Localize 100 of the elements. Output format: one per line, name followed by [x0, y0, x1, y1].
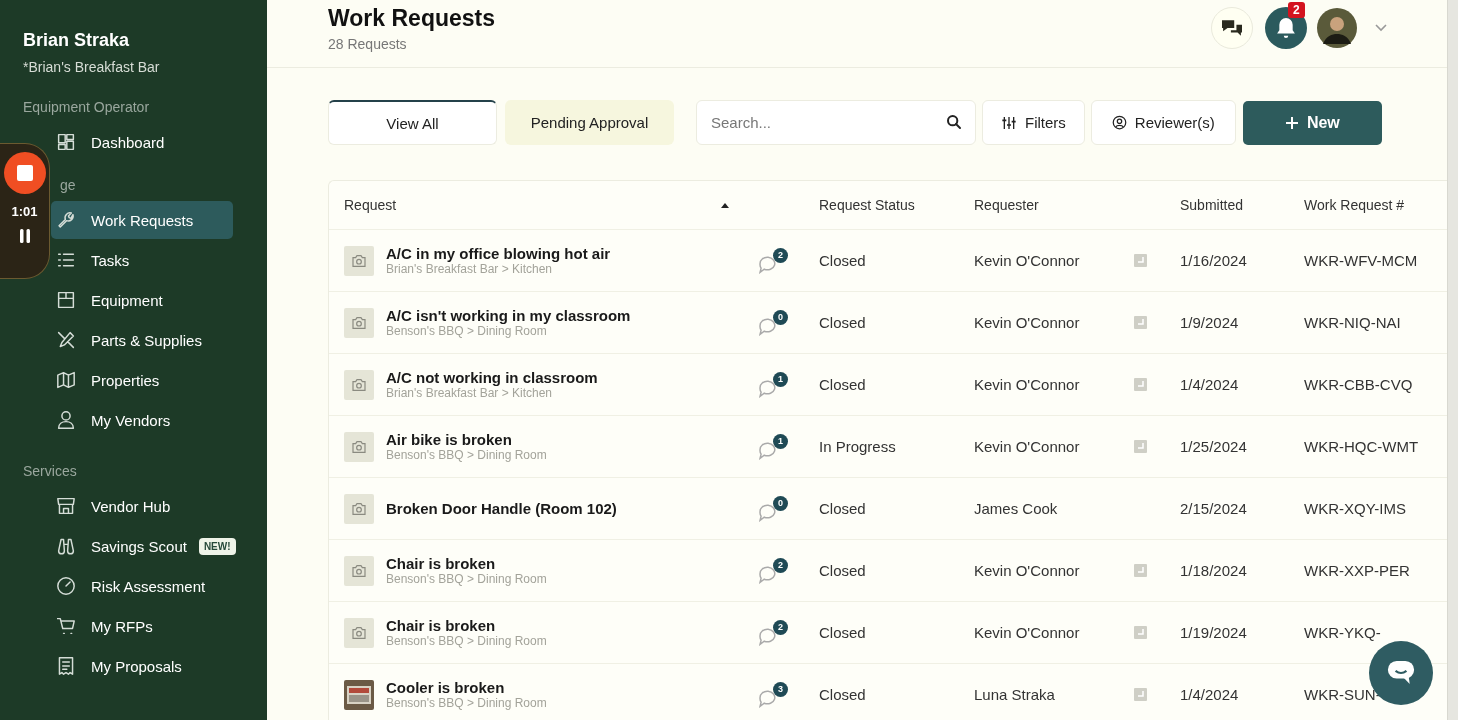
tools-icon [57, 331, 75, 349]
sort-caret-icon[interactable] [721, 202, 729, 208]
tab[interactable]: Pending Approval [505, 100, 674, 145]
pause-icon[interactable] [18, 229, 31, 243]
nav-item[interactable]: Dashboard [51, 123, 233, 161]
page-title: Work Requests [328, 5, 495, 32]
notifications-button[interactable] [1265, 7, 1307, 49]
nav-item[interactable]: Properties [51, 361, 233, 399]
column-header[interactable]: Work Request # [1304, 197, 1405, 213]
status-text: In Progress [819, 438, 896, 455]
column-header[interactable]: Requester [974, 197, 1039, 213]
section-label: Services [23, 463, 77, 479]
request-number: WKR-WFV-MCM [1304, 252, 1418, 269]
camera-icon [344, 431, 374, 462]
status-text: Closed [819, 500, 866, 517]
camera-icon [344, 369, 374, 400]
camera-icon [344, 307, 374, 338]
bell-icon [1277, 18, 1295, 38]
tab[interactable]: View All [328, 100, 497, 145]
receipt-icon [57, 657, 75, 675]
submitted-date: 2/15/2024 [1180, 500, 1247, 517]
comment-icon[interactable] [759, 503, 779, 522]
person-icon [57, 411, 75, 429]
nav-item[interactable]: Equipment [51, 281, 233, 319]
filters-button[interactable]: Filters [982, 100, 1085, 145]
camera-icon [344, 493, 374, 524]
new-button[interactable]: New [1242, 100, 1382, 145]
request-title[interactable]: Chair is broken [386, 617, 547, 634]
nav-item[interactable]: My RFPs [51, 607, 233, 645]
submitted-date: 1/19/2024 [1180, 624, 1247, 641]
status-text: Closed [819, 562, 866, 579]
wrench-icon [57, 211, 75, 229]
camera-icon [344, 245, 374, 276]
submitted-date: 1/18/2024 [1180, 562, 1247, 579]
comment-icon[interactable] [759, 441, 779, 460]
nav-item[interactable]: Risk Assessment [51, 567, 233, 605]
nav-item[interactable]: Work Requests [51, 201, 233, 239]
comment-icon[interactable] [759, 379, 779, 398]
scrollbar[interactable] [1447, 0, 1458, 720]
request-title[interactable]: Cooler is broken [386, 679, 547, 696]
column-header[interactable]: Request [344, 197, 397, 213]
request-number: WKR-SUN- [1304, 686, 1381, 703]
status-text: Closed [819, 314, 866, 331]
nav-item[interactable]: Savings Scout NEW! [51, 527, 233, 565]
request-number: WKR-YKQ- [1304, 624, 1381, 641]
stop-record-button[interactable] [3, 152, 46, 194]
comment-icon[interactable] [759, 255, 779, 274]
request-number: WKR-NIQ-NAI [1304, 314, 1401, 331]
user-name: Brian Straka [23, 30, 131, 51]
sliders-icon [1001, 114, 1017, 131]
status-text: Closed [819, 686, 866, 703]
cart-icon [57, 617, 75, 635]
requester-name: Kevin O'Connor [974, 314, 1080, 331]
search-field[interactable]: Search... [696, 100, 976, 145]
storefront-icon [57, 497, 75, 515]
comment-count: 1 [773, 433, 788, 449]
request-title[interactable]: Air bike is broken [386, 431, 547, 448]
requester-name: Luna Straka [974, 686, 1055, 703]
comment-count: 0 [773, 309, 788, 325]
nav-item[interactable]: My Proposals [51, 647, 233, 685]
messages-button[interactable] [1211, 7, 1253, 49]
section-label: ge [60, 177, 76, 193]
request-title[interactable]: A/C isn't working in my classroom [386, 307, 631, 324]
comment-icon[interactable] [759, 689, 779, 708]
camera-icon [344, 555, 374, 586]
column-header[interactable]: Submitted [1180, 197, 1244, 213]
nav-item[interactable]: Vendor Hub [51, 487, 233, 525]
request-title[interactable]: A/C in my office blowing hot air [386, 245, 611, 262]
map-icon [57, 371, 75, 389]
comment-icon[interactable] [759, 565, 779, 584]
chevron-down-icon[interactable] [1375, 24, 1387, 32]
comment-count: 3 [773, 681, 788, 697]
section-label: Equipment Operator [23, 99, 150, 115]
requester-name: Kevin O'Connor [974, 252, 1080, 269]
nav-item[interactable]: My Vendors [51, 401, 233, 439]
nav-item[interactable]: Tasks [51, 241, 233, 279]
request-location: Brian's Breakfast Bar > Kitchen [386, 386, 554, 400]
reviewers-button[interactable]: Reviewer(s) [1090, 100, 1236, 145]
submitted-date: 1/16/2024 [1180, 252, 1247, 269]
comment-icon[interactable] [759, 317, 779, 336]
request-location: Benson's BBQ > Dining Room [386, 324, 548, 338]
box-icon [57, 291, 75, 309]
request-number: WKR-HQC-WMT [1304, 438, 1419, 455]
request-title[interactable]: Broken Door Handle (Room 102) [386, 500, 617, 517]
binoculars-icon [57, 537, 75, 555]
request-location: Benson's BBQ > Dining Room [386, 696, 547, 710]
comment-count: 1 [773, 371, 788, 387]
requester-name: Kevin O'Connor [974, 562, 1080, 579]
nav-item[interactable]: Parts & Supplies [51, 321, 233, 359]
request-number: WKR-CBB-CVQ [1304, 376, 1413, 393]
column-header[interactable]: Request Status [819, 197, 915, 213]
avatar[interactable] [1317, 8, 1357, 48]
comment-icon[interactable] [759, 627, 779, 646]
request-title[interactable]: A/C not working in classroom [386, 369, 598, 386]
request-location: Benson's BBQ > Dining Room [386, 448, 547, 462]
status-text: Closed [819, 624, 866, 641]
notification-count: 2 [1288, 2, 1305, 18]
submitted-date: 1/4/2024 [1180, 686, 1239, 703]
request-location: Benson's BBQ > Dining Room [386, 572, 547, 586]
request-title[interactable]: Chair is broken [386, 555, 547, 572]
